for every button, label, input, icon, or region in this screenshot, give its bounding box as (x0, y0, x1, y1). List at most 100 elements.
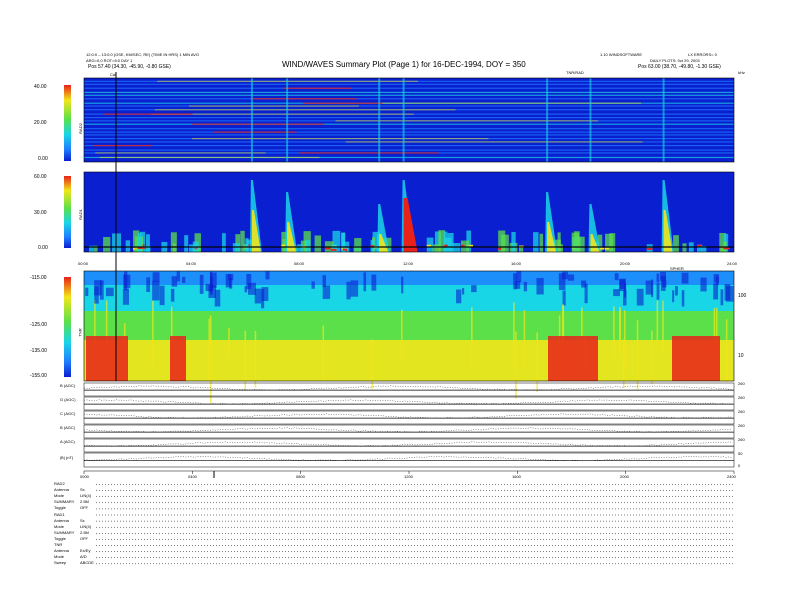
rad2-band-red (93, 144, 153, 147)
rad2-background (84, 78, 734, 162)
tnr-label: TNR (77, 328, 83, 337)
tnr-dark-patch (363, 272, 367, 292)
rad2-band-red (302, 102, 383, 104)
mag-label-4: A (AGC) (60, 439, 75, 444)
tnr-dark-patch (623, 290, 627, 306)
rad1-patch (501, 234, 509, 252)
tnr-streak (401, 309, 403, 362)
rad2-band-hot (379, 102, 642, 104)
header-right-pos: Pos 63.00 (38.70, -49.80, -1.30 GSE) (638, 64, 721, 70)
tnr-right-tick-0: 100 (738, 293, 747, 299)
mag-label-2: C (AGC) (60, 411, 76, 416)
tnr-dark-patch (471, 285, 477, 293)
tnr-dark-patch (371, 274, 377, 291)
header-right-line2: DAILY PLOTS: 0ct 29, 2003 (650, 58, 700, 63)
settings-label: Antenna (54, 517, 69, 523)
tnr-dark-patch (210, 272, 217, 288)
time-tick-bottom-3: 1200 (404, 474, 413, 479)
tnr-streak (662, 300, 664, 354)
tnr-streak (515, 331, 517, 399)
page-title: WIND/WAVES Summary Plot (Page 1) for 16-… (282, 60, 526, 69)
tnr-dark-patch (152, 280, 160, 301)
tnr-dark-patch (720, 289, 724, 306)
tnr-dark-patch (523, 281, 528, 292)
time-tick-mid-2: 08:00 (294, 261, 305, 266)
cal-label: Cal (110, 72, 117, 77)
rad1-patch (112, 233, 122, 252)
rad2-burst (286, 78, 289, 162)
mag-scale-5b: 0 (738, 463, 741, 468)
tnr-dark-patch (456, 289, 462, 304)
mag-row-trace (83, 385, 733, 391)
settings-label: Mode (54, 523, 65, 529)
settings-label: Antenna (54, 548, 69, 554)
tnr-dark-patch (85, 287, 89, 297)
header-left-line1: 12:0:0 – 13:0:0 (GSE, KM/SEC, RE) (TIME … (86, 52, 200, 57)
settings-value: Sx (80, 487, 85, 493)
tnr-dark-patch (105, 287, 114, 297)
center-tag: TNR/RAD (566, 70, 584, 75)
rad2-burst (589, 78, 592, 162)
tnr-streak (725, 319, 728, 382)
settings-label: Toggle (54, 535, 66, 541)
tnr-dark-patch (146, 277, 151, 293)
rad1-patch (145, 234, 150, 252)
tnr-dark-patch (674, 286, 678, 296)
tnr-dark-patch (513, 273, 518, 290)
rad2-band-red (298, 152, 439, 154)
tnr-dark-patch (713, 283, 719, 300)
tnr-dark-patch (159, 285, 165, 306)
tnr-dark-patch (182, 276, 186, 284)
mag-row-frame (83, 452, 735, 468)
tnr-dark-patch (681, 290, 685, 307)
mag-scale-3: 260 (738, 423, 745, 428)
tnr-streak (244, 330, 246, 391)
tnr-tick-0: -115.00 (30, 275, 47, 281)
rad1-colorbar (64, 176, 71, 248)
tnr-dark-patch (672, 290, 675, 303)
tnr-dark-patch (225, 273, 232, 288)
tnr-dark-patch (152, 272, 160, 282)
mag-label-5: |B| (nT) (60, 455, 74, 460)
tnr-dark-patch (122, 288, 129, 305)
settings-value: LIN(4) (80, 493, 92, 499)
rad2-band-red (213, 131, 297, 133)
tnr-dark-patch (713, 274, 720, 283)
tnr-streak (656, 300, 659, 342)
tnr-dark-patch (660, 275, 666, 291)
rad2-burst (402, 78, 405, 162)
rad1-hot-patch (498, 247, 502, 250)
header-left-line2: ARG=0,0 ROT=5:0 DAY 1 (86, 58, 133, 63)
tnr-red-region (86, 336, 128, 381)
rad1-patch (103, 236, 111, 252)
rad1-patch (432, 244, 441, 252)
time-tick-bottom-0: 0000 (80, 474, 89, 479)
rad2-label: RAD2 (77, 123, 83, 134)
settings-dotted-lines (96, 484, 734, 565)
rad1-patch (354, 238, 362, 252)
settings-value: A/D (80, 554, 87, 560)
time-tick-bottom-2: 0800 (296, 474, 305, 479)
rad1-patch (170, 232, 177, 252)
tnr-streak (613, 306, 615, 361)
plot-canvas (64, 72, 735, 565)
tnr-top-band (84, 271, 734, 285)
tnr-dark-patch (124, 271, 128, 291)
settings-label: SUMMARY (54, 499, 75, 505)
tnr-dark-patch (311, 281, 315, 289)
tnr-dark-patch (254, 288, 261, 304)
tnr-streak (581, 307, 583, 340)
rad1-patch (297, 244, 303, 252)
tnr-dark-patch (700, 277, 707, 292)
mag-row-frame (83, 382, 735, 397)
header-right-a: 1.10 WINDSOFTWARE (600, 52, 643, 57)
mag-row-frame (83, 424, 735, 439)
mag-row-trace (83, 399, 733, 405)
settings-value: OFF (80, 535, 88, 541)
rad2-burst (378, 78, 381, 162)
tnr-red-region (548, 336, 598, 381)
time-tick-bottom-1: 0400 (188, 474, 197, 479)
mag-label-1: G (AGC) (60, 397, 76, 402)
rad1-patch (188, 244, 196, 252)
time-tick-mid-4: 16:00 (511, 261, 522, 266)
